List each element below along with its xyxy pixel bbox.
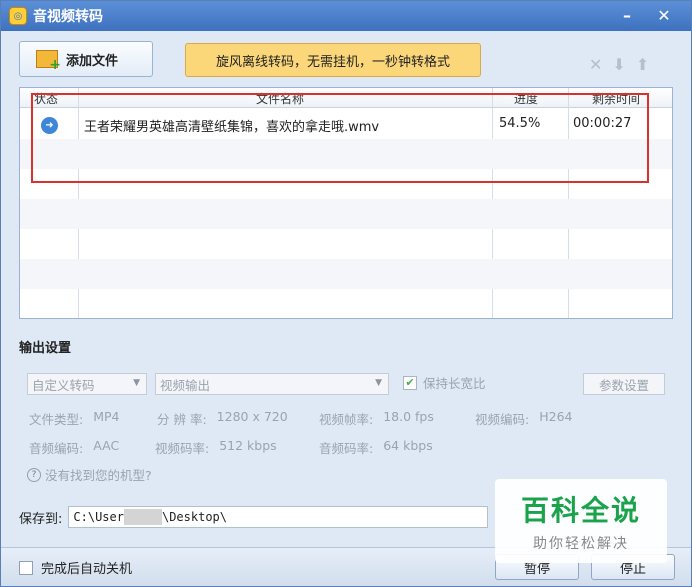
question-icon: ? [27, 467, 41, 482]
framerate-label: 视频帧率: [319, 412, 374, 427]
delete-icon[interactable]: ✕ [589, 55, 602, 74]
save-path-field[interactable]: C:\User \Desktop\ [68, 506, 489, 528]
vcodec-value: H264 [539, 409, 573, 424]
toolbar: 添加文件 旋风离线转码，无需挂机，一秒钟转格式 ✕ ⬇ ⬆ [1, 31, 691, 87]
file-type-value: MP4 [93, 409, 120, 424]
empty-row [20, 199, 672, 229]
watermark-main: 百科全说 [520, 494, 641, 527]
move-up-icon[interactable]: ⬆ [636, 55, 649, 74]
save-path-suffix: \Desktop\ [161, 510, 227, 524]
preset-value: 自定义转码 [32, 377, 95, 393]
move-down-icon[interactable]: ⬇ [612, 55, 625, 74]
empty-row [20, 259, 672, 289]
resolution-label: 分 辨 率: [157, 412, 207, 427]
check-icon: ✔ [403, 375, 417, 390]
empty-row [20, 229, 672, 259]
resolution-value: 1280 x 720 [216, 409, 288, 424]
save-location: 保存到: C:\User \Desktop\ [19, 506, 489, 528]
app-logo-icon: ◎ [9, 7, 27, 25]
add-file-label: 添加文件 [66, 53, 119, 69]
chevron-down-icon: ▼ [133, 378, 140, 388]
folder-add-icon [36, 50, 61, 73]
framerate-value: 18.0 fps [383, 409, 434, 424]
output-settings: 自定义转码 ▼ 视频输出 ▼ ✔ 保持长宽比 参数设置 文件类型: MP4 分 … [19, 363, 673, 493]
save-path-prefix: C:\User [73, 510, 124, 524]
add-file-button[interactable]: 添加文件 [19, 41, 153, 77]
vbitrate-value: 512 kbps [219, 438, 277, 453]
output-settings-title: 输出设置 [19, 341, 72, 356]
help-text: 没有找到您的机型? [45, 468, 152, 483]
watermark-logo: 百科全说 助你轻松解决 [495, 479, 667, 563]
device-help-link[interactable]: ? 没有找到您的机型? [27, 465, 152, 484]
acodec-info: 音频编码: AAC [29, 438, 119, 457]
transcode-window: ◎ 音视频转码 – ✕ 添加文件 旋风离线转码，无需挂机，一秒钟转格式 ✕ ⬇ … [0, 0, 692, 587]
minimize-button[interactable]: – [614, 4, 640, 26]
close-button[interactable]: ✕ [651, 4, 677, 26]
preset-select[interactable]: 自定义转码 ▼ [27, 373, 147, 395]
file-type-label: 文件类型: [29, 412, 84, 427]
vcodec-info: 视频编码: H264 [475, 409, 572, 428]
keep-ratio-checkbox[interactable]: ✔ 保持长宽比 [403, 373, 486, 392]
empty-row [20, 289, 672, 319]
auto-shutdown-checkbox[interactable]: 完成后自动关机 [19, 558, 132, 577]
file-type-info: 文件类型: MP4 [29, 409, 120, 428]
redacted-block [123, 509, 162, 525]
abitrate-label: 音频码率: [319, 441, 374, 456]
list-tools: ✕ ⬇ ⬆ [589, 55, 649, 74]
title-bar[interactable]: ◎ 音视频转码 – ✕ [1, 1, 691, 31]
watermark-sub: 助你轻松解决 [533, 536, 629, 552]
target-value: 视频输出 [160, 377, 211, 393]
abitrate-info: 音频码率: 64 kbps [319, 438, 433, 457]
keep-ratio-label: 保持长宽比 [423, 376, 486, 391]
framerate-info: 视频帧率: 18.0 fps [319, 409, 434, 428]
param-settings-button[interactable]: 参数设置 [583, 373, 665, 395]
abitrate-value: 64 kbps [383, 438, 433, 453]
window-title: 音视频转码 [33, 9, 103, 25]
acodec-label: 音频编码: [29, 441, 84, 456]
vcodec-label: 视频编码: [475, 412, 530, 427]
target-select[interactable]: 视频输出 ▼ [155, 373, 389, 395]
checkbox-box [19, 560, 33, 575]
acodec-value: AAC [93, 438, 120, 453]
vbitrate-label: 视频码率: [155, 441, 210, 456]
highlight-box [31, 93, 649, 183]
save-label: 保存到: [19, 511, 63, 527]
chevron-down-icon: ▼ [375, 378, 382, 388]
auto-shutdown-label: 完成后自动关机 [41, 562, 133, 577]
promo-banner[interactable]: 旋风离线转码，无需挂机，一秒钟转格式 [185, 43, 481, 77]
vbitrate-info: 视频码率: 512 kbps [155, 438, 277, 457]
resolution-info: 分 辨 率: 1280 x 720 [157, 409, 288, 428]
